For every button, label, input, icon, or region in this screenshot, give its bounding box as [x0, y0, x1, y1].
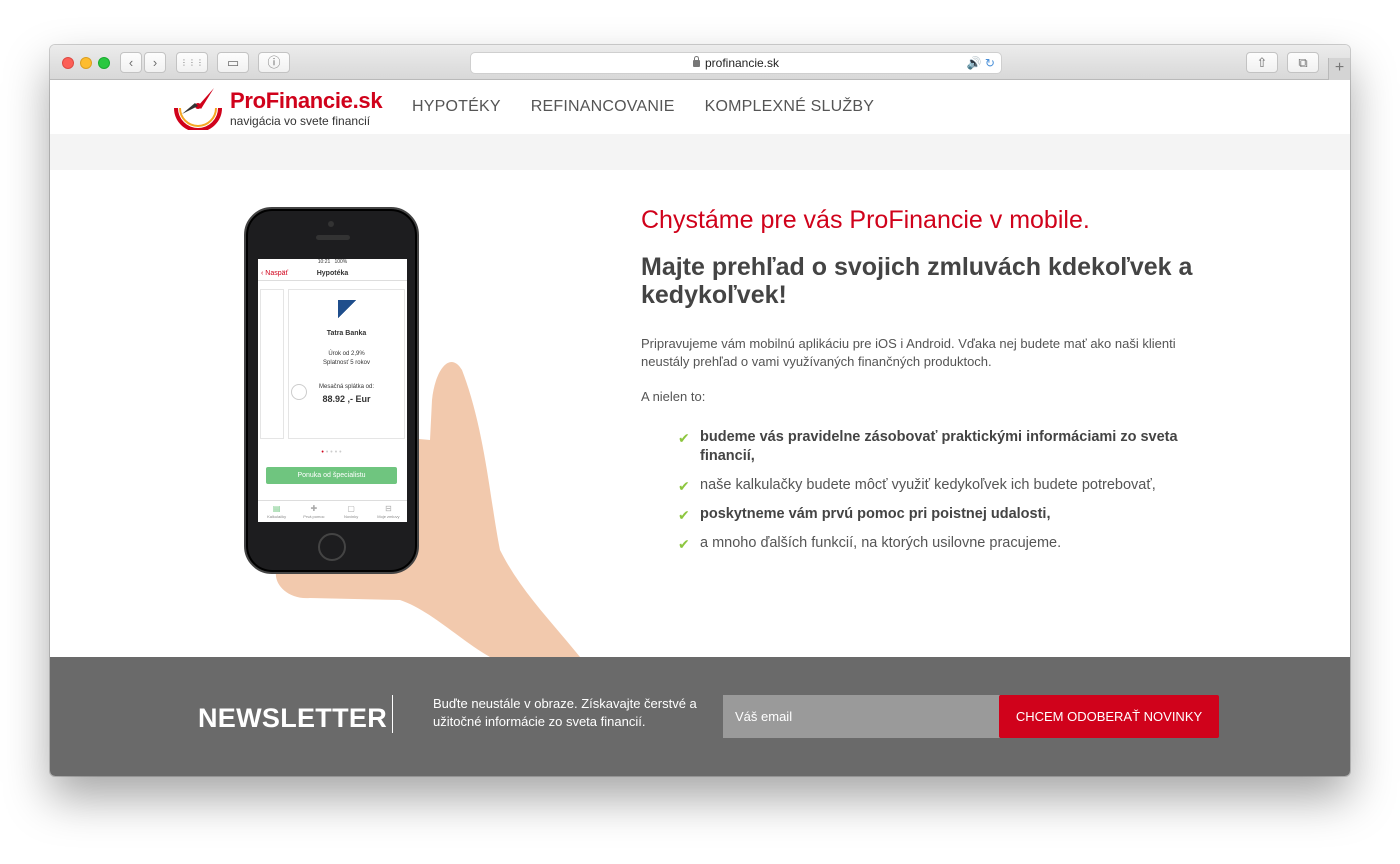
feature-item: ✔ naše kalkulačky budete môcť využiť kedy… — [678, 477, 1156, 494]
first-aid-icon: ✚ — [310, 504, 318, 513]
phone-battery: 100% — [334, 259, 348, 265]
check-icon: ✔ — [678, 478, 690, 494]
hero-paragraph: Pripravujeme vám mobilnú aplikáciu pre i… — [641, 336, 1176, 369]
address-bar[interactable]: profinancie.sk 🔊 ↻ — [470, 52, 1002, 74]
site-header: ProFinancie.sk navigácia vo svete financ… — [50, 81, 1350, 134]
address-url: profinancie.sk — [704, 56, 780, 70]
feature-item: ✔ budeme vás pravidelne zásobovať praktic… — [678, 429, 1178, 464]
browser-toolbar: ‹ › ⋮⋮⋮ ▭ ⓘ profinancie.sk 🔊 ↻ ⇧ ⧉ + — [50, 45, 1350, 80]
zoom-window-button[interactable] — [98, 57, 110, 69]
feature-list: ✔ budeme vás pravidelne zásobovať praktic… — [678, 428, 1201, 553]
close-window-button[interactable] — [62, 57, 74, 69]
audio-reload-icons[interactable]: 🔊 ↻ — [967, 53, 995, 73]
newsletter-divider — [392, 695, 393, 733]
newsletter-title: NEWSLETTER — [198, 703, 387, 733]
phone-tab-calculators: ▤ Kalkulačky — [258, 501, 295, 522]
phone-tab-bar: ▤ Kalkulačky ✚ Prvá pomoc ▢ Novinky ⊟ Moje z… — [258, 500, 407, 522]
nav-item-refinancovanie[interactable]: REFINANCOVANIE — [531, 98, 675, 116]
news-icon: ▢ — [347, 504, 355, 513]
newsletter-email-input[interactable] — [723, 695, 1000, 738]
check-icon: ✔ — [678, 430, 690, 446]
minimize-window-button[interactable] — [80, 57, 92, 69]
phone-time: 10:21 — [317, 259, 331, 265]
tabs-overview-button[interactable]: ⧉ — [1287, 52, 1319, 73]
bank-logo-icon — [337, 300, 356, 318]
back-button[interactable]: ‹ — [120, 52, 142, 73]
hero-subheadline: Majte prehľad o svojich zmluvách kdekoľv… — [641, 253, 1193, 309]
share-button[interactable]: ⇧ — [1246, 52, 1278, 73]
nav-item-hypoteky[interactable]: HYPOTÉKY — [412, 98, 501, 116]
phone-tab-contracts: ⊟ Moje zmluvy — [370, 501, 407, 522]
logo-subtitle: navigácia vo svete financií — [230, 114, 371, 128]
newsletter-section: NEWSLETTER Buďte neustále v obraze. Získ… — [50, 657, 1350, 776]
phone-screen-title: Hypotéka — [316, 270, 349, 277]
top-sites-button[interactable]: ⋮⋮⋮ — [176, 52, 208, 73]
phone-rate: Úrok od 2,9% — [328, 351, 365, 357]
phone-status-bar: 10:21 100% — [258, 259, 407, 267]
phone-installment: 88.92 ,- Eur — [322, 394, 371, 404]
nav-item-komplexne-sluzby[interactable]: KOMPLEXNÉ SLUŽBY — [705, 98, 874, 116]
phone-tab-first-aid: ✚ Prvá pomoc — [295, 501, 332, 522]
phone-mockup: 10:21 100% ‹ Naspäť Hypotéka Tatra Banka… — [244, 207, 419, 574]
phone-select-circle — [291, 384, 307, 400]
site-logo[interactable]: ProFinancie.sk navigácia vo svete financ… — [170, 84, 383, 132]
header-divider-band — [50, 134, 1350, 170]
feature-item: ✔ poskytneme vám prvú pomoc pri poistnej … — [678, 506, 1051, 523]
hero-text: Chystáme pre vás ProFinancie v mobile. M… — [641, 206, 1201, 563]
lock-icon — [692, 56, 700, 67]
subscribe-button[interactable]: CHCEM ODOBERAŤ NOVINKY — [999, 695, 1219, 738]
feature-item: ✔ a mnoho ďalších funkcií, na ktorých usi… — [678, 535, 1062, 552]
compass-logo-icon — [174, 88, 222, 132]
newsletter-text: Buďte neustále v obraze. Získavajte čers… — [433, 696, 697, 729]
phone-nav-bar: ‹ Naspäť Hypotéka — [258, 267, 407, 281]
reader-info-button[interactable]: ⓘ — [258, 52, 290, 73]
check-icon: ✔ — [678, 507, 690, 523]
check-icon: ✔ — [678, 536, 690, 552]
phone-term: Splatnosť 5 rokov — [323, 360, 370, 366]
phone-camera-icon — [328, 221, 334, 227]
phone-page-dots: ••••• — [321, 449, 344, 456]
phone-speaker — [316, 235, 350, 240]
contracts-icon: ⊟ — [385, 504, 392, 513]
hero-headline: Chystáme pre vás ProFinancie v mobile. — [641, 206, 1090, 234]
phone-bank-name: Tatra Banka — [326, 330, 367, 337]
phone-prev-card — [260, 289, 284, 439]
sidebar-button[interactable]: ▭ — [217, 52, 249, 73]
calculator-icon: ▤ — [272, 504, 281, 513]
new-tab-button[interactable]: + — [1328, 58, 1350, 80]
phone-offer-card: Tatra Banka Úrok od 2,9% Splatnosť 5 rok… — [288, 289, 405, 439]
logo-title: ProFinancie.sk — [230, 88, 383, 113]
main-nav: HYPOTÉKY REFINANCOVANIE KOMPLEXNÉ SLUŽBY — [412, 98, 874, 116]
phone-home-button — [318, 533, 346, 561]
phone-cta-button: Ponuka od špecialistu — [266, 467, 397, 484]
phone-screen: 10:21 100% ‹ Naspäť Hypotéka Tatra Banka… — [258, 259, 407, 522]
hero-lead: A nielen to: — [641, 389, 706, 404]
browser-window: ‹ › ⋮⋮⋮ ▭ ⓘ profinancie.sk 🔊 ↻ ⇧ ⧉ + Pro… — [50, 45, 1350, 776]
phone-tab-news: ▢ Novinky — [333, 501, 370, 522]
hero-section: 10:21 100% ‹ Naspäť Hypotéka Tatra Banka… — [50, 170, 1350, 657]
forward-button[interactable]: › — [144, 52, 166, 73]
